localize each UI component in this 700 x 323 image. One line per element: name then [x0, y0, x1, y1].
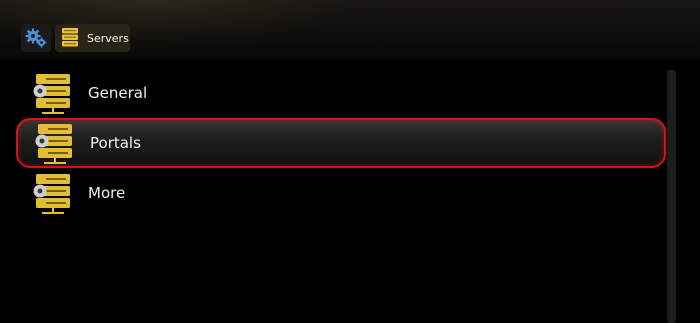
breadcrumb-settings[interactable] [21, 24, 51, 52]
server-settings-icon [35, 124, 72, 164]
server-settings-icon [33, 174, 70, 214]
gears-icon [25, 28, 47, 48]
menu-item-portals[interactable]: Portals [16, 118, 666, 168]
menu-item-general[interactable]: General [16, 68, 666, 118]
menu-item-label: More [88, 184, 126, 202]
menu-item-label: Portals [90, 134, 141, 152]
server-icon [62, 28, 78, 47]
server-settings-icon [33, 74, 70, 114]
settings-menu: General Portals More [16, 68, 666, 218]
menu-item-label: General [88, 84, 148, 102]
scrollbar[interactable] [667, 70, 676, 323]
breadcrumb-servers[interactable]: Servers [55, 24, 130, 52]
screen: Servers General Portals More [0, 0, 700, 323]
breadcrumb-label: Servers [87, 31, 129, 45]
menu-item-more[interactable]: More [16, 168, 666, 218]
